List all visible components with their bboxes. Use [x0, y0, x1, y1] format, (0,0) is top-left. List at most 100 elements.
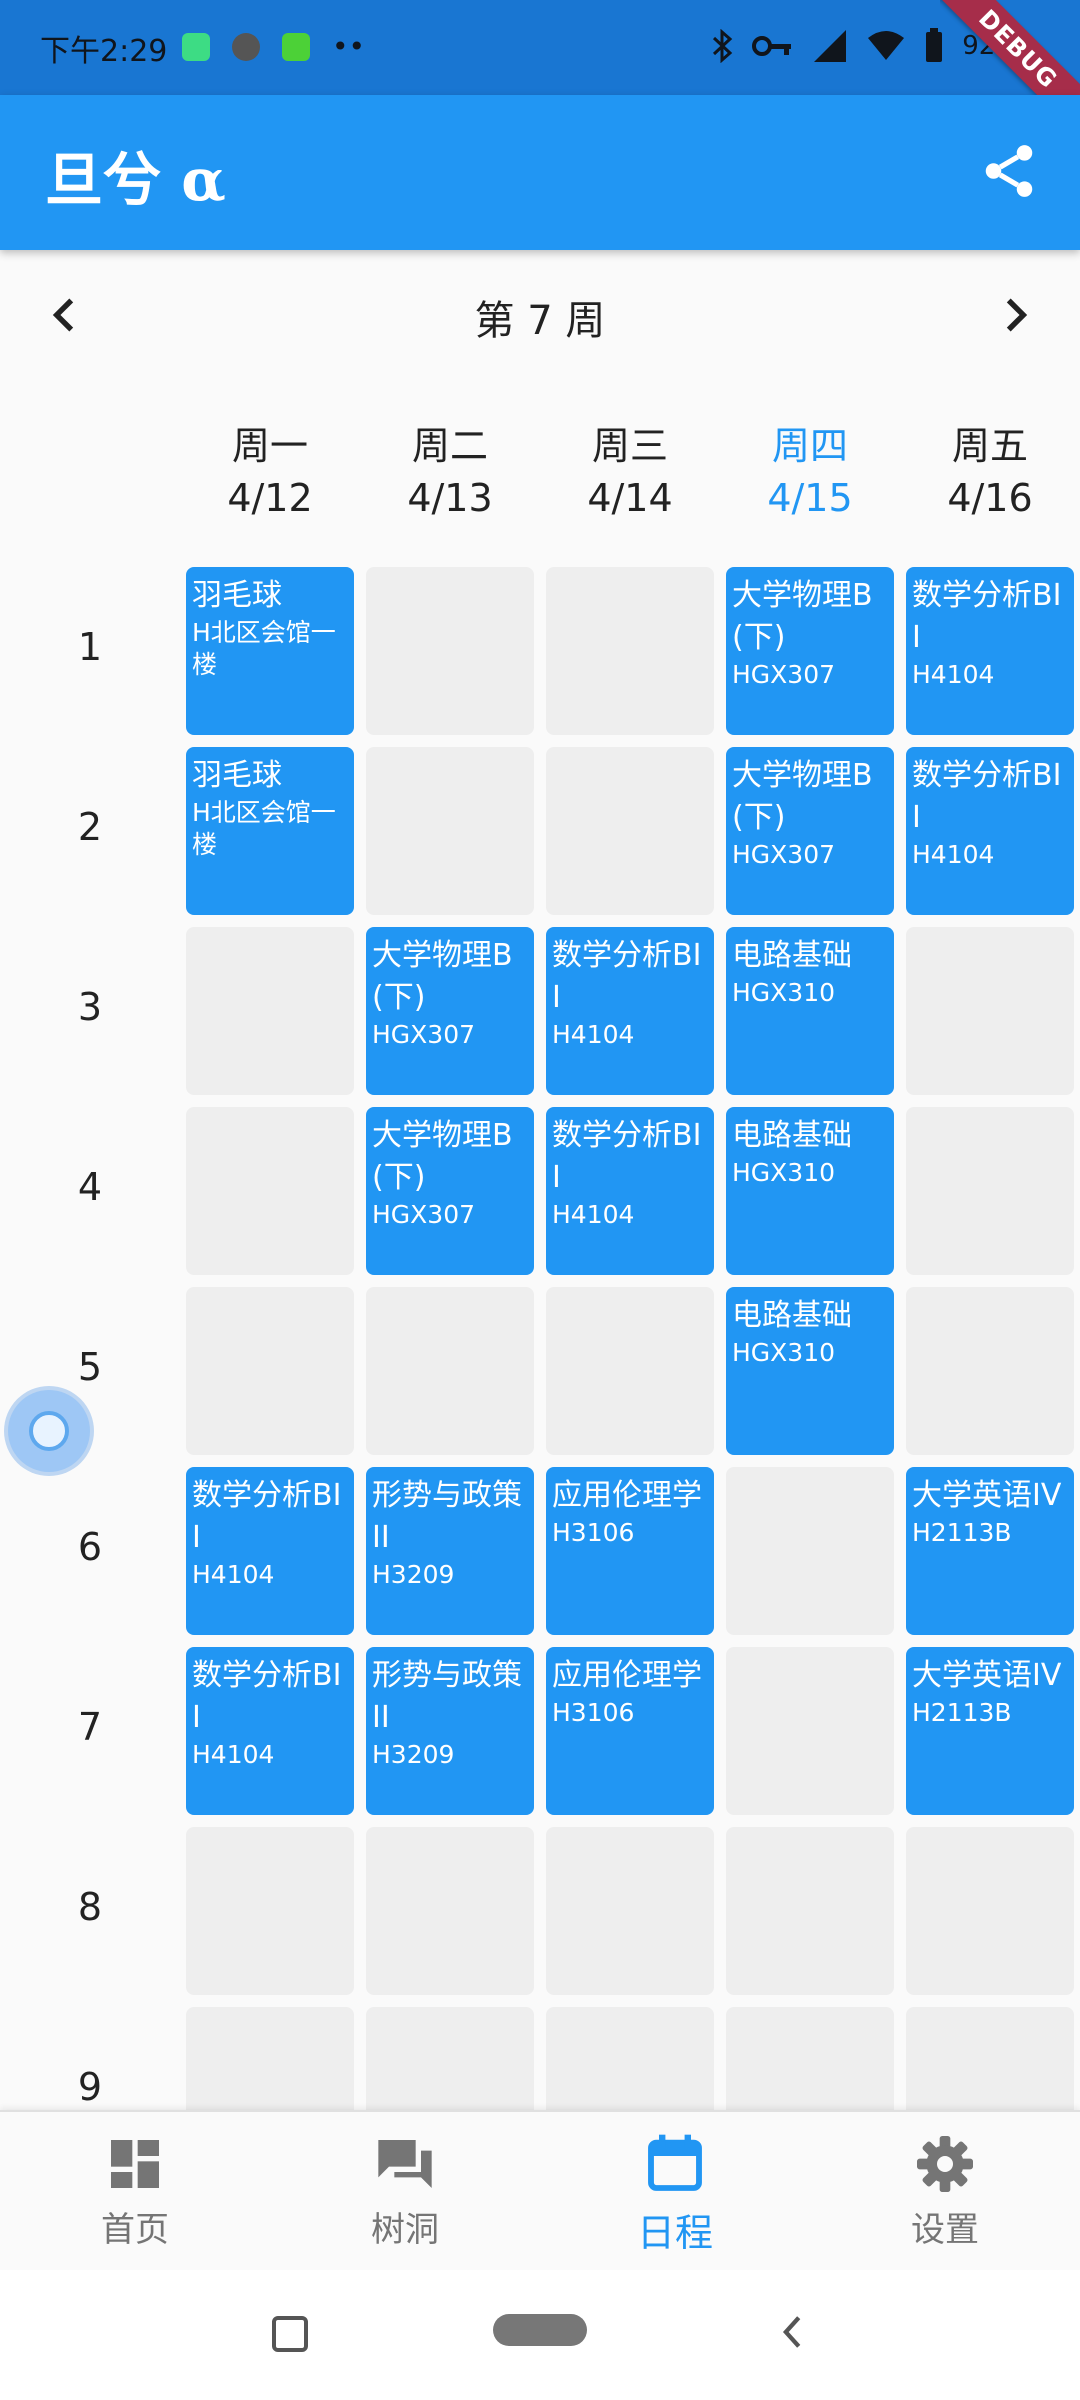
empty-cell[interactable] [546, 567, 714, 735]
empty-cell[interactable] [186, 1827, 354, 1995]
course-room: HGX307 [732, 660, 836, 689]
bluetooth-icon [713, 29, 733, 63]
course-name: 电路基础 [732, 1118, 852, 1153]
nav-item-home[interactable]: 首页 [0, 2132, 270, 2251]
floating-assistant-button[interactable] [8, 1390, 90, 1472]
course-cell[interactable]: 形势与政策II H3209 [366, 1467, 534, 1635]
course-cell[interactable]: 数学分析BII H4104 [546, 927, 714, 1095]
nav-item-treehole[interactable]: 树洞 [270, 2132, 540, 2251]
course-cell[interactable]: 大学英语IV H2113B [906, 1647, 1074, 1815]
course-cell[interactable]: 羽毛球 H北区会馆一楼 [186, 567, 354, 735]
wifi-icon [868, 31, 905, 60]
share-icon[interactable] [978, 140, 1040, 202]
empty-cell[interactable] [546, 747, 714, 915]
nav-label-home: 首页 [101, 2210, 169, 2250]
empty-cell[interactable] [546, 2007, 714, 2110]
course-room: HGX310 [732, 978, 836, 1007]
course-cell[interactable]: 大学英语IV H2113B [906, 1467, 1074, 1635]
empty-cell[interactable] [726, 1647, 894, 1815]
course-cell[interactable]: 羽毛球 H北区会馆一楼 [186, 747, 354, 915]
empty-cell[interactable] [906, 1107, 1074, 1275]
empty-cell[interactable] [366, 1827, 534, 1995]
course-room: H3106 [552, 1518, 635, 1547]
day-date: 4/13 [407, 476, 493, 520]
empty-cell[interactable] [726, 1467, 894, 1635]
course-cell[interactable]: 数学分析BII H4104 [906, 747, 1074, 915]
course-room: H北区会馆一楼 [192, 618, 336, 679]
empty-cell[interactable] [366, 747, 534, 915]
course-room: H2113B [912, 1518, 1012, 1547]
status-bar: 下午2:29 •• 92% [0, 0, 1080, 95]
floating-assistant-inner [29, 1411, 69, 1451]
back-button[interactable] [775, 2312, 811, 2352]
nav-item-schedule[interactable]: 日程 [540, 2132, 810, 2257]
course-name: 应用伦理学 [552, 1658, 702, 1693]
empty-cell[interactable] [186, 1107, 354, 1275]
empty-cell[interactable] [546, 1287, 714, 1455]
empty-cell[interactable] [186, 1287, 354, 1455]
course-name: 电路基础 [732, 938, 852, 973]
course-name: 大学物理B(下) [732, 758, 873, 835]
course-cell[interactable]: 应用伦理学 H3106 [546, 1647, 714, 1815]
course-cell[interactable]: 大学物理B(下) HGX307 [726, 747, 894, 915]
course-cell[interactable]: 电路基础 HGX310 [726, 1287, 894, 1455]
next-week-button[interactable] [990, 290, 1040, 340]
course-name: 数学分析BII [912, 758, 1062, 835]
empty-cell[interactable] [906, 1827, 1074, 1995]
period-number: 4 [77, 1165, 103, 1209]
empty-cell[interactable] [726, 1827, 894, 1995]
course-name: 数学分析BII [192, 1658, 342, 1735]
course-cell[interactable]: 大学物理B(下) HGX307 [366, 927, 534, 1095]
course-name: 数学分析BII [192, 1478, 342, 1555]
empty-cell[interactable] [906, 2007, 1074, 2110]
day-date: 4/14 [587, 476, 673, 520]
course-cell[interactable]: 大学物理B(下) HGX307 [726, 567, 894, 735]
day-name: 周一 [231, 424, 308, 468]
course-cell[interactable]: 数学分析BII H4104 [186, 1647, 354, 1815]
course-name: 电路基础 [732, 1298, 852, 1333]
nav-item-settings[interactable]: 设置 [810, 2132, 1080, 2251]
course-name: 大学英语IV [912, 1478, 1062, 1513]
course-cell[interactable]: 数学分析BII H4104 [906, 567, 1074, 735]
empty-cell[interactable] [366, 567, 534, 735]
course-room: HGX307 [372, 1200, 476, 1229]
nav-label-schedule: 日程 [636, 2211, 713, 2255]
shield-app-icon [282, 32, 310, 61]
day-header: 周四 4/15 [726, 420, 894, 524]
course-cell[interactable]: 应用伦理学 H3106 [546, 1467, 714, 1635]
gear-icon [917, 2136, 973, 2192]
empty-cell[interactable] [366, 2007, 534, 2110]
day-name: 周四 [771, 424, 848, 468]
course-room: H4104 [552, 1020, 635, 1049]
status-time: 下午2:29 [40, 34, 168, 69]
empty-cell[interactable] [546, 1827, 714, 1995]
app-bar: 旦兮 α [0, 95, 1080, 250]
empty-cell[interactable] [366, 1287, 534, 1455]
vpn-key-icon [752, 36, 792, 56]
course-cell[interactable]: 电路基础 HGX310 [726, 927, 894, 1095]
course-cell[interactable]: 大学物理B(下) HGX307 [366, 1107, 534, 1275]
empty-cell[interactable] [186, 927, 354, 1095]
course-name: 大学物理B(下) [372, 1118, 513, 1195]
empty-cell[interactable] [906, 1287, 1074, 1455]
period-number: 8 [77, 1885, 103, 1929]
period-number: 2 [77, 805, 103, 849]
recent-apps-button[interactable] [272, 2316, 308, 2352]
nav-label-treehole: 树洞 [371, 2210, 439, 2250]
home-button[interactable] [493, 2314, 587, 2346]
empty-cell[interactable] [906, 927, 1074, 1095]
empty-cell[interactable] [186, 2007, 354, 2110]
course-cell[interactable]: 数学分析BII H4104 [546, 1107, 714, 1275]
more-notifications-icon: •• [332, 30, 366, 63]
course-room: H北区会馆一楼 [192, 798, 336, 859]
course-cell[interactable]: 形势与政策II H3209 [366, 1647, 534, 1815]
day-date: 4/15 [767, 476, 853, 520]
course-cell[interactable]: 电路基础 HGX310 [726, 1107, 894, 1275]
course-name: 羽毛球 [192, 758, 282, 793]
empty-cell[interactable] [726, 2007, 894, 2110]
forum-icon [378, 2140, 432, 2188]
nav-label-settings: 设置 [911, 2210, 979, 2250]
course-cell[interactable]: 数学分析BII H4104 [186, 1467, 354, 1635]
course-name: 羽毛球 [192, 578, 282, 613]
android-app-icon [182, 32, 210, 61]
